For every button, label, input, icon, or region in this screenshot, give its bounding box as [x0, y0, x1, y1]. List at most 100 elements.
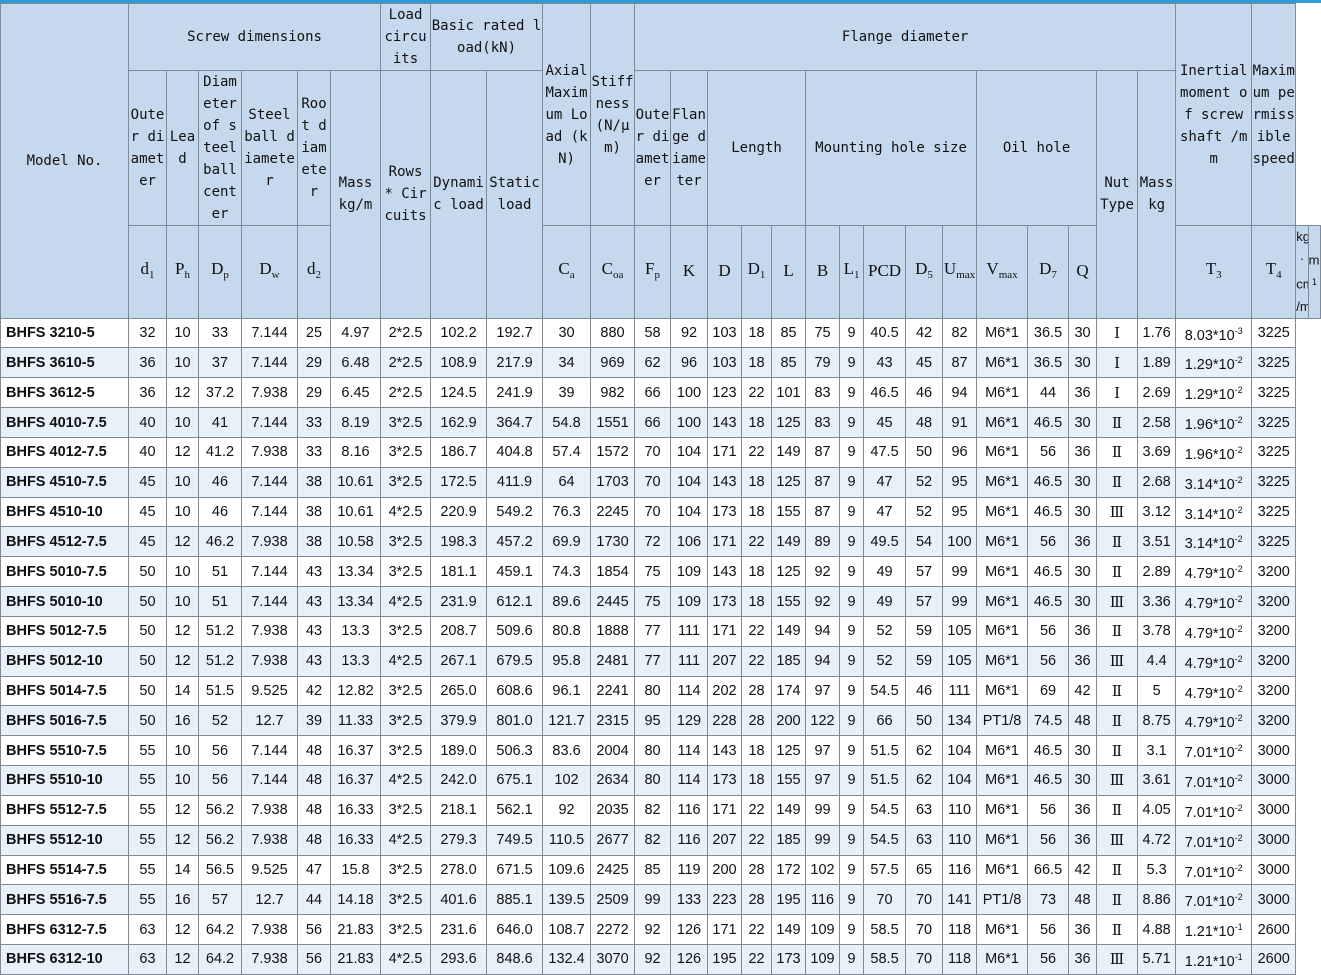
cell-ph: 10 — [166, 496, 199, 528]
cell-mass-m: 13.34 — [329, 556, 382, 588]
cell-k: 880 — [590, 317, 636, 349]
cell-d: 72 — [634, 526, 672, 558]
cell-vmax: 62 — [905, 765, 944, 796]
symbol-base: Q — [1076, 261, 1089, 281]
cell-l: 173 — [707, 496, 743, 528]
cell-k: 982 — [590, 377, 636, 409]
inertia-mantissa: 4.79*10 — [1184, 625, 1235, 642]
symbol-base: D — [915, 258, 928, 278]
cell-nut-type: Ⅱ — [1096, 705, 1139, 737]
cell-d-5: 9 — [839, 765, 865, 796]
header-oil-hole: Oil hole — [976, 70, 1098, 226]
cell-d: 70 — [634, 466, 672, 498]
cell-ph: 12 — [166, 914, 199, 946]
cell-d-1: 109 — [670, 556, 709, 588]
cell-d2: 43 — [297, 586, 331, 617]
cell-dw: 7.938 — [241, 794, 298, 826]
cell-b: 22 — [741, 944, 773, 975]
cell-d-5: 9 — [839, 586, 865, 617]
cell-pcd: 94 — [805, 645, 841, 677]
cell-l: 123 — [707, 377, 743, 409]
header-symbol: Umax — [942, 225, 978, 319]
cell-d1: 55 — [128, 854, 167, 886]
cell-nut-type: Ⅱ — [1096, 675, 1139, 707]
cell-q: M6*1 — [976, 436, 1029, 468]
cell-d-7: 134 — [942, 705, 978, 737]
header-model-no: Model No. — [0, 3, 129, 319]
cell-d-5: 9 — [839, 854, 865, 886]
cell-ph: 12 — [166, 944, 199, 975]
cell-d-7: 104 — [942, 735, 978, 767]
cell-d1: 32 — [128, 317, 167, 349]
cell-b: 22 — [741, 645, 773, 677]
cell-coa: 457.2 — [486, 526, 544, 558]
cell-model: BHFS 4012-7.5 — [0, 436, 129, 468]
cell-umax: 58.5 — [863, 944, 907, 975]
inertia-mantissa: 1.96*10 — [1184, 416, 1235, 433]
table-row: BHFS 4510-10 45 10 46 7.144 38 10.61 4*2.5 220.9… — [0, 496, 1321, 528]
cell-inertia: 4.79*10-2 — [1175, 705, 1253, 737]
cell-vmax: 52 — [905, 496, 944, 528]
cell-rows-circuits: 4*2.5 — [380, 824, 432, 856]
cell-l-1: 173 — [771, 944, 807, 975]
inertia-mantissa: 7.01*10 — [1184, 745, 1235, 762]
cell-vmax: 59 — [905, 615, 944, 647]
cell-d1: 45 — [128, 466, 167, 498]
unit-main: kg · cm — [1296, 229, 1307, 292]
inertia-mantissa: 3.14*10 — [1184, 506, 1235, 523]
cell-b: 22 — [741, 615, 773, 647]
table-row: BHFS 6312-10 63 12 64.2 7.938 56 21.83 4*2.5 293… — [0, 944, 1321, 975]
inertia-exponent: -2 — [1234, 802, 1243, 813]
cell-vmax: 70 — [905, 914, 944, 946]
inertia-exponent: -2 — [1234, 594, 1243, 605]
cell-k: 2634 — [590, 765, 636, 796]
cell-dp: 41 — [198, 407, 242, 438]
cell-q: M6*1 — [976, 347, 1029, 379]
cell-k: 1888 — [590, 615, 636, 647]
cell-d: 80 — [634, 765, 672, 796]
cell-d1: 50 — [128, 645, 167, 677]
header-symbol: Q — [1068, 225, 1098, 319]
cell-l-1: 185 — [771, 824, 807, 856]
inertia-mantissa: 4.79*10 — [1184, 655, 1235, 672]
cell-l-1: 174 — [771, 675, 807, 707]
cell-vmax: 46 — [905, 377, 944, 409]
cell-ph: 14 — [166, 675, 199, 707]
cell-umax: 52 — [863, 645, 907, 677]
cell-speed: 3200 — [1251, 556, 1297, 588]
cell-t-3: 46.5 — [1027, 496, 1070, 528]
cell-t-4: 36 — [1068, 436, 1098, 468]
cell-k: 2241 — [590, 675, 636, 707]
cell-q: M6*1 — [976, 407, 1029, 438]
header-rows-circuits: Rows * Circuits — [380, 70, 432, 319]
cell-speed: 3225 — [1251, 317, 1297, 349]
cell-vmax: 45 — [905, 347, 944, 379]
inertia-mantissa: 8.03*10 — [1184, 327, 1235, 344]
cell-q: M6*1 — [976, 466, 1029, 498]
cell-d-7: 91 — [942, 407, 978, 438]
symbol-base: V — [986, 258, 999, 278]
cell-d-1: 104 — [670, 466, 709, 498]
cell-d-5: 9 — [839, 944, 865, 975]
cell-fp: 54.8 — [542, 407, 592, 438]
cell-dp: 46 — [198, 466, 242, 498]
header-mass-kg: Mass kg — [1137, 70, 1177, 319]
inertia-mantissa: 1.29*10 — [1184, 387, 1235, 404]
cell-d-7: 99 — [942, 586, 978, 617]
cell-d-1: 133 — [670, 884, 709, 916]
cell-ph: 12 — [166, 615, 199, 647]
cell-q: M6*1 — [976, 735, 1029, 767]
cell-umax: 57.5 — [863, 854, 907, 886]
cell-fp: 109.6 — [542, 854, 592, 886]
cell-k: 1551 — [590, 407, 636, 438]
cell-ph: 16 — [166, 705, 199, 737]
cell-pcd: 83 — [805, 377, 841, 409]
cell-model: BHFS 4510-7.5 — [0, 466, 129, 498]
inertia-exponent: -2 — [1234, 355, 1243, 366]
cell-rows-circuits: 3*2.5 — [380, 466, 432, 498]
cell-coa: 241.9 — [486, 377, 544, 409]
cell-t-3: 46.5 — [1027, 586, 1070, 617]
cell-vmax: 63 — [905, 824, 944, 856]
cell-ca: 108.9 — [430, 347, 488, 379]
cell-k: 1730 — [590, 526, 636, 558]
